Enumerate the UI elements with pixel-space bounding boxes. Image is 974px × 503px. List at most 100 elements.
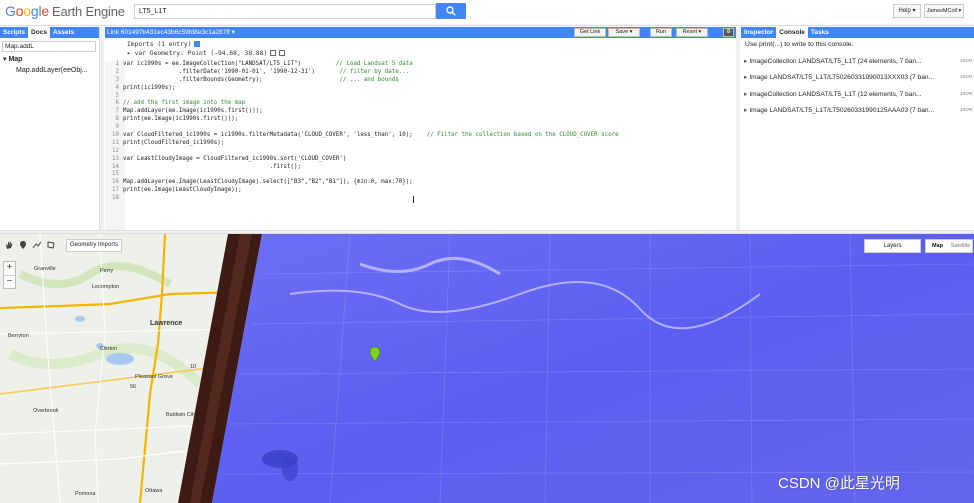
edit-geometry-icon[interactable]: [270, 50, 277, 56]
code-line[interactable]: 18: [105, 195, 736, 203]
code-line[interactable]: 8 print(ee.Image(ic1990s.first()));: [105, 116, 736, 124]
line-number: 11: [112, 139, 119, 146]
code-text: .first();: [123, 163, 301, 170]
layers-button[interactable]: Layers: [864, 239, 921, 253]
add-marker-icon[interactable]: [18, 240, 28, 250]
line-number: 10: [112, 132, 119, 139]
imports-header[interactable]: Imports (1 entry): [127, 41, 285, 50]
code-line[interactable]: 1 var ic1990s = ee.ImageCollection("LANDS…: [105, 61, 736, 69]
console-entry[interactable]: ▸ ImageCollection LANDSAT/LT5_L1T (12 ele…: [744, 90, 972, 98]
code-line[interactable]: 2 .filterDate('1990-01-01', '1990-12-31'…: [105, 69, 736, 77]
code-line[interactable]: 12: [105, 148, 736, 156]
zoom-in-button[interactable]: +: [4, 262, 15, 275]
map-view[interactable]: Granville Perry Lecompton Lawrence Berry…: [0, 234, 974, 503]
docs-tree-group-map[interactable]: ▾ Map: [3, 55, 22, 63]
code-area[interactable]: 1 var ic1990s = ee.ImageCollection("LANDS…: [105, 61, 736, 203]
line-number: 1: [115, 61, 120, 67]
code-line[interactable]: 3 .filterBounds(Geometry); // ... and bo…: [105, 77, 736, 85]
line-number: 7: [115, 108, 120, 115]
left-tabs: Scripts Docs Assets: [0, 27, 99, 38]
map-type-satellite[interactable]: Satellite: [949, 240, 972, 252]
get-link-button[interactable]: Get Link: [574, 28, 606, 37]
tab-tasks[interactable]: Tasks: [808, 27, 832, 38]
code-line[interactable]: 15: [105, 171, 736, 179]
search-icon: [446, 6, 456, 16]
delete-import-icon[interactable]: [279, 50, 286, 56]
expand-arrow-icon[interactable]: ▸: [744, 74, 747, 81]
code-line[interactable]: 11 print(CloudFiltered_ic1990s);: [105, 140, 736, 148]
reset-button[interactable]: Reset ▾: [676, 28, 708, 37]
docs-filter-input[interactable]: Map.addL: [2, 41, 96, 52]
map-type-map[interactable]: Map: [926, 240, 949, 252]
code-line[interactable]: 9: [105, 124, 736, 132]
place-label: Baldwin City: [166, 412, 197, 418]
json-link[interactable]: JSON: [960, 74, 972, 79]
tab-scripts[interactable]: Scripts: [0, 27, 28, 38]
csdn-watermark: CSDN @此星光明: [778, 475, 900, 492]
search-input[interactable]: LT5_L1T: [134, 4, 436, 19]
expand-arrow-icon[interactable]: ▸: [744, 91, 747, 98]
console-entry-text: Image LANDSAT/LT5_L1T/LT50260331990013XX…: [749, 74, 935, 81]
account-button[interactable]: JamesMColl ▾: [924, 4, 964, 18]
code-line[interactable]: 10 var CloudFiltered_ic1990s = ic1990s.fi…: [105, 132, 736, 140]
docs-tree-item-addlayer[interactable]: Map.addLayer(eeObj...: [16, 67, 88, 74]
map-canvas[interactable]: [0, 234, 974, 503]
expand-arrow-icon[interactable]: ▸: [744, 58, 747, 65]
console-entry[interactable]: ▸ Image LANDSAT/LT5_L1T/LT50260331990013X…: [744, 73, 972, 81]
line-number: 5: [115, 92, 120, 99]
code-text: print(ee.Image(ic1990s.first()));: [123, 116, 239, 123]
geometry-point-marker-icon[interactable]: [370, 347, 380, 361]
place-label: Pomona: [75, 491, 96, 497]
draw-shape-icon[interactable]: [46, 240, 56, 250]
place-label: Lecompton: [92, 284, 120, 290]
code-line[interactable]: 13 var LeastCloudyImage = CloudFiltered_i…: [105, 156, 736, 164]
run-button[interactable]: Run: [650, 28, 672, 37]
json-link[interactable]: JSON: [960, 91, 972, 96]
console-entry-text: Image LANDSAT/LT5_L1T/LT50260331990125AA…: [749, 107, 935, 114]
line-number: 2: [115, 68, 120, 75]
code-line[interactable]: 7 Map.addLayer(ee.Image(ic1990s.first()))…: [105, 108, 736, 116]
settings-button[interactable]: ⚙: [723, 28, 734, 37]
console-entry-text: ImageCollection LANDSAT/LT5_L1T (24 elem…: [749, 58, 922, 65]
imports-entry[interactable]: ▸ var Geometry: Point (-94.68, 38.88): [127, 50, 286, 59]
road-shield: 56: [130, 384, 137, 390]
pan-hand-icon[interactable]: [4, 240, 14, 250]
script-link-title[interactable]: Link 601497b431ec43b6c59fd8e3c1a287ff ▾: [107, 28, 235, 36]
geometry-imports-button[interactable]: Geometry Imports: [66, 239, 122, 252]
console-entry[interactable]: ▸ ImageCollection LANDSAT/LT5_L1T (24 ele…: [744, 57, 972, 65]
help-button[interactable]: Help ▾: [893, 4, 921, 18]
tab-inspector[interactable]: Inspector: [741, 27, 776, 38]
console-entry[interactable]: ▸ Image LANDSAT/LT5_L1T/LT50260331990125A…: [744, 106, 972, 114]
draw-line-icon[interactable]: [32, 240, 42, 250]
tab-assets[interactable]: Assets: [50, 27, 77, 38]
code-line[interactable]: 5: [105, 93, 736, 101]
place-label: Pleasant Grove: [135, 374, 173, 380]
code-text: var CloudFiltered_ic1990s = ic1990s.filt…: [123, 132, 619, 139]
json-link[interactable]: JSON: [960, 58, 972, 63]
imports-show-icon[interactable]: [194, 41, 201, 47]
code-line[interactable]: 16 Map.addLayer(ee.Image(LeastCloudyImage…: [105, 179, 736, 187]
code-line[interactable]: 14 .first();: [105, 164, 736, 172]
tab-docs[interactable]: Docs: [28, 27, 50, 38]
place-label: Granville: [34, 266, 56, 272]
earth-engine-logo[interactable]: Google Earth Engine: [5, 3, 125, 19]
right-splitter[interactable]: [736, 27, 740, 230]
json-link[interactable]: JSON: [960, 107, 972, 112]
tab-console[interactable]: Console: [776, 27, 808, 38]
code-line[interactable]: 4 print(ic1990s);: [105, 85, 736, 93]
place-label: Clinton: [100, 346, 118, 352]
drawing-tools: [4, 240, 56, 250]
search-button[interactable]: [436, 3, 466, 19]
left-splitter[interactable]: [100, 27, 104, 230]
code-text: // add the first image into the map: [123, 100, 246, 107]
code-text: var LeastCloudyImage = CloudFiltered_ic1…: [123, 155, 347, 162]
zoom-out-button[interactable]: −: [4, 276, 15, 289]
editor-toolbar: Link 601497b431ec43b6c59fd8e3c1a287ff ▾ …: [105, 27, 736, 38]
expand-arrow-icon[interactable]: ▸: [744, 107, 747, 114]
code-line[interactable]: 17 print(ee.Image(LeastCloudyImage));: [105, 187, 736, 195]
imports-entry-label: ▸ var Geometry: Point (-94.68, 38.88): [127, 50, 268, 57]
text-cursor: [413, 196, 414, 203]
console-entry-text: ImageCollection LANDSAT/LT5_L1T (12 elem…: [749, 91, 922, 98]
code-line[interactable]: 6// add the first image into the map: [105, 100, 736, 108]
save-button[interactable]: Save ▾: [608, 28, 640, 37]
